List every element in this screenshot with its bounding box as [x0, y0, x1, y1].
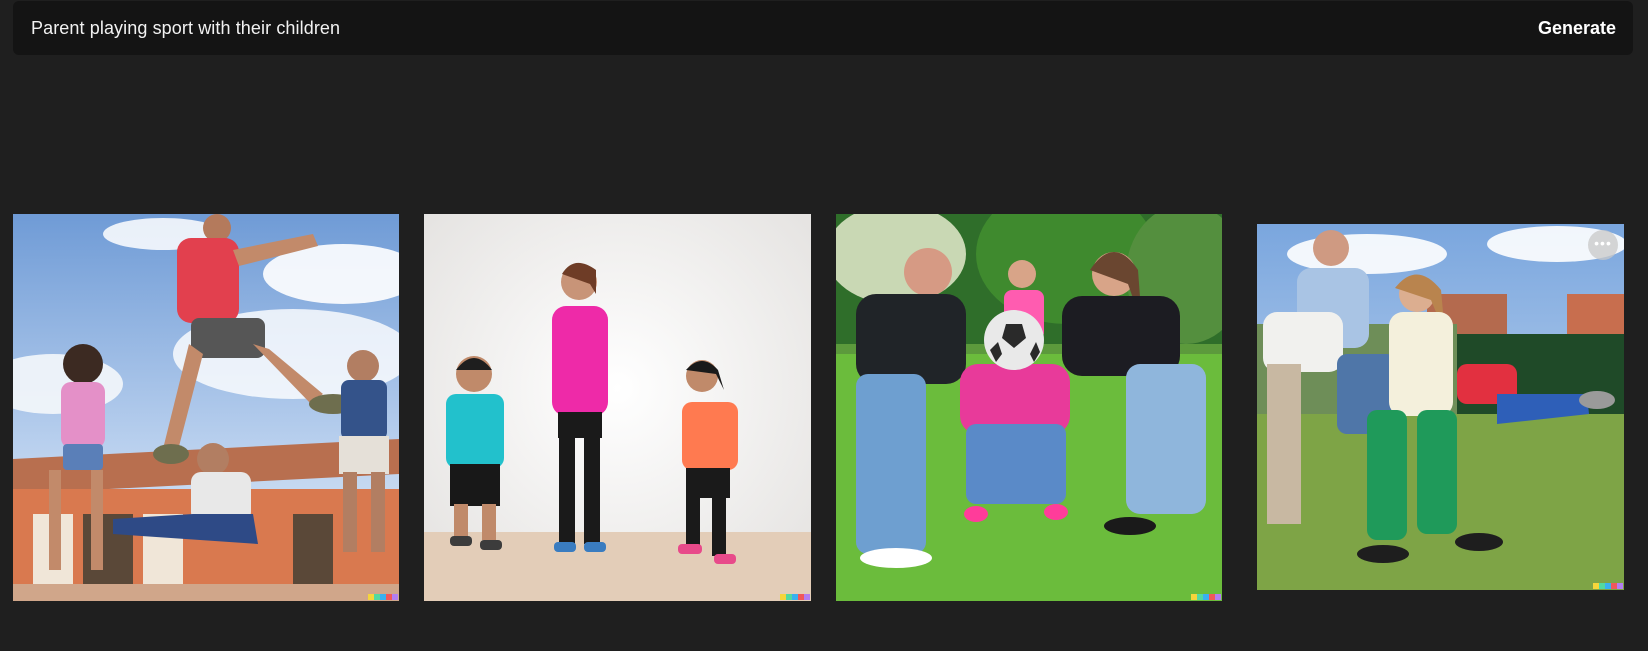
generate-button[interactable]: Generate — [1538, 18, 1616, 39]
result-image-4[interactable]: ••• — [1257, 224, 1624, 590]
result-image-1-picture — [13, 214, 399, 601]
signature-swatch — [1215, 594, 1221, 600]
result-image-3-picture — [836, 214, 1222, 601]
signature-mark — [368, 594, 398, 600]
signature-mark — [1191, 594, 1221, 600]
signature-swatch — [804, 594, 810, 600]
result-image-1[interactable] — [13, 214, 399, 601]
result-image-4-picture — [1257, 224, 1624, 590]
more-options-button[interactable]: ••• — [1588, 230, 1618, 260]
signature-mark — [1593, 583, 1623, 589]
signature-swatch — [1617, 583, 1623, 589]
result-image-2-picture — [424, 214, 811, 601]
result-image-2[interactable] — [424, 214, 811, 601]
result-image-3[interactable] — [836, 214, 1222, 601]
prompt-bar: Parent playing sport with their children… — [13, 1, 1633, 55]
page: Parent playing sport with their children… — [0, 0, 1648, 651]
signature-mark — [780, 594, 810, 600]
prompt-input[interactable]: Parent playing sport with their children — [31, 18, 1538, 39]
signature-swatch — [392, 594, 398, 600]
